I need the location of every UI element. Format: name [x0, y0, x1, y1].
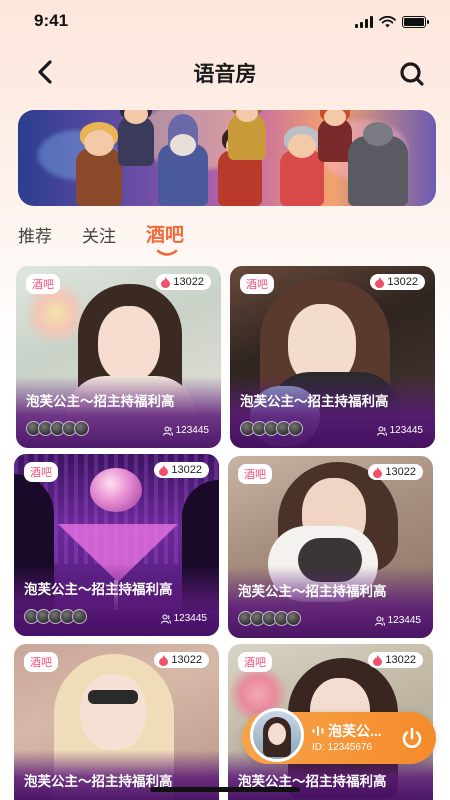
hot-count: 13022 [385, 654, 416, 666]
listener-number: 123445 [389, 425, 423, 436]
hot-count: 13022 [171, 464, 202, 476]
hot-badge: 13022 [154, 652, 209, 668]
listener-number: 123445 [387, 615, 421, 626]
header: 语音房 [0, 50, 450, 94]
status-bar: 9:41 [0, 0, 450, 44]
hot-count: 13022 [173, 276, 204, 288]
hero-figure [318, 110, 352, 162]
room-title: 泡芙公主～招主持福利高 [26, 394, 175, 409]
room-tag: 酒吧 [24, 652, 58, 672]
user-icon [162, 426, 173, 436]
member-avatars [24, 609, 87, 624]
hot-badge: 13022 [156, 274, 211, 290]
hot-badge: 13022 [154, 462, 209, 478]
mini-player-title: 泡芙公... [312, 721, 382, 741]
tab-recommend[interactable]: 推荐 [18, 222, 52, 247]
status-icons [355, 16, 429, 28]
room-title: 泡芙公主～招主持福利高 [238, 584, 387, 599]
hot-count: 13022 [387, 276, 418, 288]
room-card[interactable]: 酒吧 13022 泡芙公主～招主持福利高 123445 [16, 266, 221, 448]
sound-wave-icon [312, 726, 324, 736]
tab-bar[interactable]: 酒吧 [146, 220, 185, 256]
room-card[interactable]: 酒吧 13022 泡芙公主～招主持福利高 123445 [14, 454, 219, 636]
listener-count: 123445 [376, 425, 423, 436]
listener-number: 123445 [175, 425, 209, 436]
hero-figure [348, 122, 408, 206]
avatar [250, 708, 304, 762]
wifi-icon [379, 16, 396, 28]
room-tag: 酒吧 [26, 274, 60, 294]
flame-icon [159, 464, 169, 476]
listener-count: 123445 [162, 425, 209, 436]
search-button[interactable] [396, 58, 428, 90]
tab-following[interactable]: 关注 [82, 222, 116, 247]
room-card[interactable]: 酒吧 13022 泡芙公主～招主持福利高 123445 [230, 266, 435, 448]
user-icon [374, 616, 385, 626]
promo-banner[interactable] [18, 110, 436, 206]
flame-icon [161, 276, 171, 288]
hero-figure [158, 114, 208, 206]
room-tag: 酒吧 [238, 652, 272, 672]
mini-player-id: ID: 12345676 [312, 742, 373, 753]
home-indicator[interactable] [150, 787, 300, 792]
signal-icon [355, 16, 373, 28]
hot-badge: 13022 [370, 274, 425, 290]
room-tag: 酒吧 [240, 274, 274, 294]
flame-icon [373, 466, 383, 478]
member-avatars [240, 421, 303, 436]
hero-figure [228, 110, 266, 160]
user-icon [376, 426, 387, 436]
room-card[interactable]: 酒吧 13022 泡芙公主～招主持福利高 123445 [228, 456, 433, 638]
hero-figure [118, 110, 154, 166]
listener-count: 123445 [374, 615, 421, 626]
hot-badge: 13022 [368, 652, 423, 668]
room-title: 泡芙公主～招主持福利高 [24, 582, 173, 597]
battery-icon [402, 16, 429, 28]
member-avatars [238, 611, 301, 626]
search-icon [400, 62, 424, 86]
hot-badge: 13022 [368, 464, 423, 480]
hero-figure [76, 122, 122, 206]
status-time: 9:41 [34, 11, 69, 30]
room-tag: 酒吧 [24, 462, 58, 482]
category-tabs: 推荐 关注 酒吧 [18, 220, 185, 256]
room-tag: 酒吧 [238, 464, 272, 484]
hot-count: 13022 [171, 654, 202, 666]
mini-player[interactable]: 泡芙公... ID: 12345676 [242, 708, 436, 764]
listener-number: 123445 [173, 613, 207, 624]
hot-count: 13022 [385, 466, 416, 478]
page-title: 语音房 [193, 63, 257, 86]
listener-count: 123445 [160, 613, 207, 624]
room-title: 泡芙公主～招主持福利高 [240, 394, 389, 409]
hero-figure [280, 126, 324, 206]
exit-room-button[interactable] [398, 724, 426, 752]
tab-bar-label: 酒吧 [146, 225, 185, 246]
tab-active-indicator [156, 249, 178, 256]
flame-icon [159, 654, 169, 666]
member-avatars [26, 421, 89, 436]
user-icon [160, 614, 171, 624]
flame-icon [375, 276, 385, 288]
flame-icon [373, 654, 383, 666]
mini-player-name: 泡芙公... [328, 723, 382, 739]
power-icon [402, 727, 422, 748]
room-card[interactable]: 酒吧 13022 泡芙公主～招主持福利高 [14, 644, 219, 800]
